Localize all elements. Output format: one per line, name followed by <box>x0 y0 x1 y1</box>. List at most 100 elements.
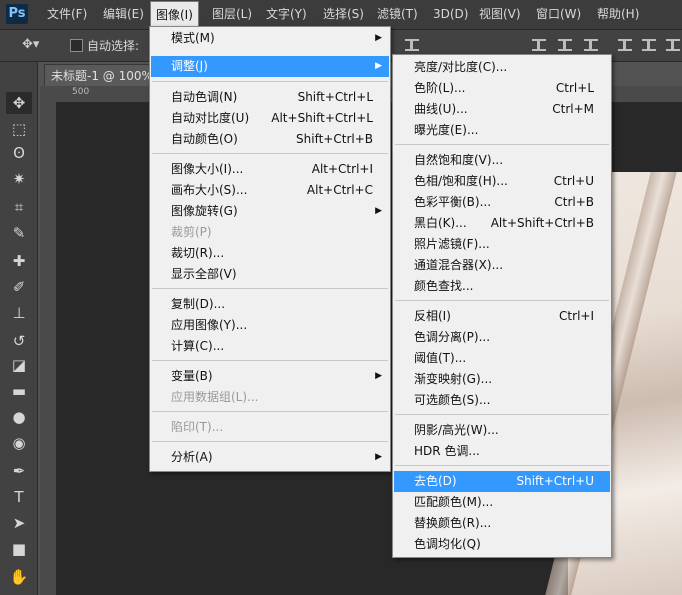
menu-select[interactable]: 选择(S) <box>318 0 369 29</box>
menu-item-label: 陷印(T)... <box>171 420 224 434</box>
ruler-vertical <box>40 102 57 595</box>
menu-item[interactable]: 阴影/高光(W)... <box>394 420 610 441</box>
ruler-label: 500 <box>72 87 90 97</box>
lasso-tool-icon[interactable]: ʘ <box>6 142 32 164</box>
menu-separator <box>152 288 388 289</box>
menu-item[interactable]: 颜色查找... <box>394 276 610 297</box>
auto-select-checkbox[interactable] <box>70 39 83 52</box>
eraser-tool-icon[interactable]: ◪ <box>6 354 32 376</box>
menu-item[interactable]: 模式(M) ▶ <box>151 28 389 49</box>
clone-stamp-tool-icon[interactable]: ⊥ <box>6 302 32 324</box>
menu-type[interactable]: 文字(Y) <box>261 0 312 29</box>
menu-item[interactable]: 复制(D)... <box>151 294 389 315</box>
move-tool-icon[interactable]: ✥ <box>6 92 32 114</box>
menu-item[interactable]: 自然饱和度(V)... <box>394 150 610 171</box>
menu-separator <box>152 441 388 442</box>
menu-item-label: 裁切(R)... <box>171 246 225 260</box>
menu-item[interactable]: 变量(B) ▶ <box>151 366 389 387</box>
menu-item[interactable]: 匹配颜色(M)... <box>394 492 610 513</box>
blur-tool-icon[interactable]: ● <box>6 406 32 428</box>
menu-item[interactable]: 色阶(L)... Ctrl+L <box>394 78 610 99</box>
healing-brush-tool-icon[interactable]: ✚ <box>6 250 32 272</box>
menu-item-label: 曲线(U)... <box>414 102 468 116</box>
menu-item[interactable]: 调整(J) ▶ <box>151 56 389 77</box>
menu-window[interactable]: 窗口(W) <box>531 0 586 29</box>
menu-help[interactable]: 帮助(H) <box>592 0 644 29</box>
menu-item[interactable]: 曝光度(E)... <box>394 120 610 141</box>
shape-tool-icon[interactable]: ■ <box>6 538 32 560</box>
menu-item[interactable]: 计算(C)... <box>151 336 389 357</box>
menu-item[interactable]: 色调均化(Q) <box>394 534 610 555</box>
submenu-arrow-icon: ▶ <box>375 61 382 71</box>
menu-item-label: 曝光度(E)... <box>414 123 479 137</box>
menu-item[interactable]: 曲线(U)... Ctrl+M <box>394 99 610 120</box>
marquee-tool-icon[interactable]: ⬚ <box>6 118 32 140</box>
eyedropper-tool-icon[interactable]: ✎ <box>6 222 32 244</box>
distribute-left-icon[interactable] <box>618 39 632 51</box>
menu-item[interactable]: 色相/饱和度(H)... Ctrl+U <box>394 171 610 192</box>
hand-tool-icon[interactable]: ✋ <box>6 566 32 588</box>
menu-item-shortcut: Shift+Ctrl+L <box>297 90 373 104</box>
menu-item-shortcut: Alt+Shift+Ctrl+B <box>490 216 594 230</box>
history-brush-tool-icon[interactable]: ↺ <box>6 330 32 352</box>
menu-3d[interactable]: 3D(D) <box>428 0 473 29</box>
menu-item-label: 复制(D)... <box>171 297 226 311</box>
menu-view[interactable]: 视图(V) <box>474 0 526 29</box>
menu-item[interactable]: 自动颜色(O) Shift+Ctrl+B <box>151 129 389 150</box>
distribute-top-icon[interactable] <box>532 39 546 51</box>
brush-tool-icon[interactable]: ✐ <box>6 276 32 298</box>
move-tool-preset-icon[interactable]: ✥▾ <box>22 37 39 52</box>
menu-item-label: 阈值(T)... <box>414 351 467 365</box>
type-tool-icon[interactable]: T <box>6 486 32 508</box>
menu-item[interactable]: 照片滤镜(F)... <box>394 234 610 255</box>
menu-item[interactable]: 裁切(R)... <box>151 243 389 264</box>
menu-item-label: 亮度/对比度(C)... <box>414 60 508 74</box>
menu-item[interactable]: 自动对比度(U) Alt+Shift+Ctrl+L <box>151 108 389 129</box>
menu-item-label: 裁剪(P) <box>171 225 212 239</box>
align-top-icon[interactable] <box>405 39 419 51</box>
dodge-tool-icon[interactable]: ◉ <box>6 432 32 454</box>
distribute-vcenter-icon[interactable] <box>558 39 572 51</box>
menu-item[interactable]: 黑白(K)... Alt+Shift+Ctrl+B <box>394 213 610 234</box>
menu-item-shortcut: Alt+Ctrl+I <box>311 162 373 176</box>
document-tab[interactable]: 未标题-1 @ 100% <box>44 64 162 87</box>
distribute-right-icon[interactable] <box>666 39 680 51</box>
menu-item[interactable]: 图像旋转(G) ▶ <box>151 201 389 222</box>
menu-edit[interactable]: 编辑(E) <box>98 0 149 29</box>
menu-item[interactable]: 色调分离(P)... <box>394 327 610 348</box>
menu-item[interactable]: 亮度/对比度(C)... <box>394 57 610 78</box>
menu-item[interactable]: 替换颜色(R)... <box>394 513 610 534</box>
menu-filter[interactable]: 滤镜(T) <box>372 0 423 29</box>
pen-tool-icon[interactable]: ✒ <box>6 460 32 482</box>
magic-wand-tool-icon[interactable]: ✷ <box>6 168 32 190</box>
menu-item[interactable]: 画布大小(S)... Alt+Ctrl+C <box>151 180 389 201</box>
menu-item-label: 色相/饱和度(H)... <box>414 174 508 188</box>
menu-item: 裁剪(P) <box>151 222 389 243</box>
menu-item-label: 自然饱和度(V)... <box>414 153 504 167</box>
submenu-arrow-icon: ▶ <box>375 371 382 381</box>
menu-item[interactable]: 去色(D) Shift+Ctrl+U <box>394 471 610 492</box>
menu-layer[interactable]: 图层(L) <box>207 0 257 29</box>
menu-item-label: 替换颜色(R)... <box>414 516 492 530</box>
distribute-hcenter-icon[interactable] <box>642 39 656 51</box>
path-selection-tool-icon[interactable]: ➤ <box>6 512 32 534</box>
distribute-bottom-icon[interactable] <box>584 39 598 51</box>
tools-panel: ✥ ⬚ ʘ ✷ ⌗ ✎ ✚ ✐ ⊥ ↺ ◪ ▬ ● ◉ ✒ T ➤ ■ ✋ <box>0 62 38 595</box>
menu-item[interactable]: 分析(A) ▶ <box>151 447 389 468</box>
menu-item[interactable]: 自动色调(N) Shift+Ctrl+L <box>151 87 389 108</box>
menu-item[interactable]: 可选颜色(S)... <box>394 390 610 411</box>
menu-item[interactable]: 色彩平衡(B)... Ctrl+B <box>394 192 610 213</box>
menu-item[interactable]: 应用图像(Y)... <box>151 315 389 336</box>
menu-item[interactable]: 显示全部(V) <box>151 264 389 285</box>
menu-item[interactable]: 反相(I) Ctrl+I <box>394 306 610 327</box>
gradient-tool-icon[interactable]: ▬ <box>6 380 32 402</box>
menu-item-label: 色彩平衡(B)... <box>414 195 492 209</box>
crop-tool-icon[interactable]: ⌗ <box>6 196 32 218</box>
menu-item-label: 去色(D) <box>414 474 457 488</box>
menu-item[interactable]: 通道混合器(X)... <box>394 255 610 276</box>
menu-item[interactable]: 渐变映射(G)... <box>394 369 610 390</box>
menu-file[interactable]: 文件(F) <box>42 0 92 29</box>
menu-item[interactable]: 阈值(T)... <box>394 348 610 369</box>
menu-item[interactable]: 图像大小(I)... Alt+Ctrl+I <box>151 159 389 180</box>
menu-item[interactable]: HDR 色调... <box>394 441 610 462</box>
